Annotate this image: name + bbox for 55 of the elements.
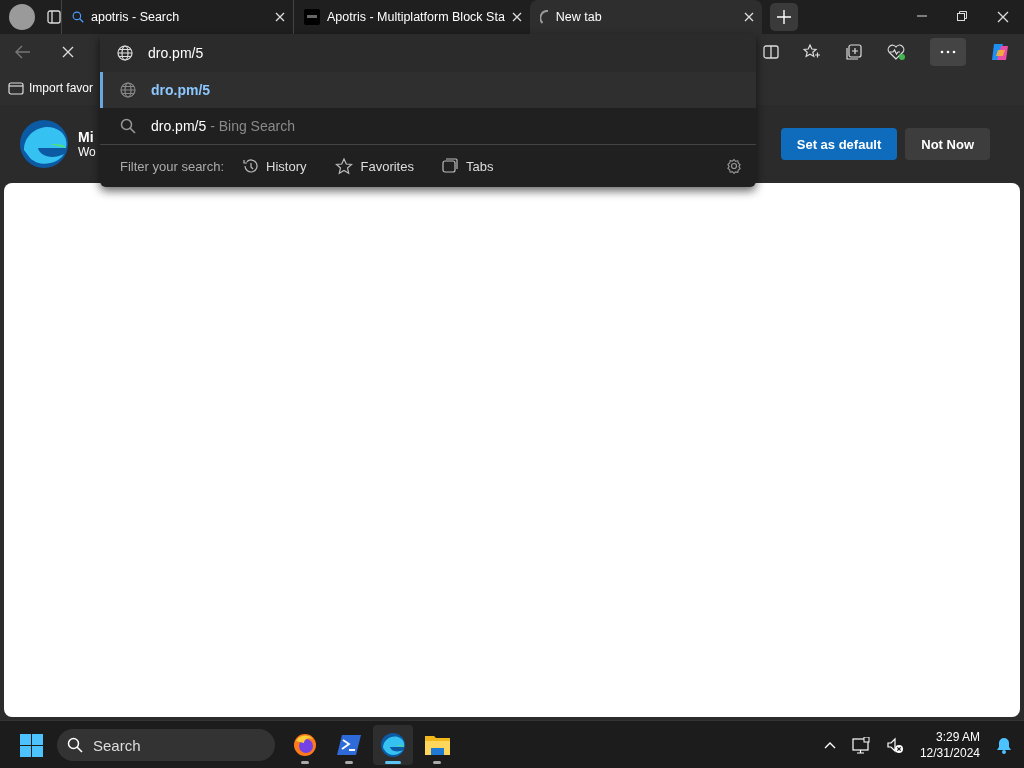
dismiss-button[interactable]: Not Now (905, 128, 990, 160)
heart-pulse-icon[interactable] (887, 43, 906, 61)
loading-icon (539, 10, 549, 24)
tab-actions-icon[interactable] (47, 10, 61, 24)
speaker-muted-icon[interactable] (885, 736, 904, 754)
taskbar-search-field[interactable]: Search (57, 729, 275, 761)
plus-icon (776, 10, 791, 24)
address-field[interactable]: dro.pm/5 (100, 34, 756, 72)
stop-icon[interactable] (62, 46, 74, 58)
taskbar-app[interactable] (373, 725, 413, 765)
globe-icon (120, 82, 136, 98)
filter-label: Filter your search: (120, 158, 225, 174)
browser-tab[interactable]: New tab (529, 0, 762, 34)
new-tab-button[interactable] (769, 3, 798, 31)
close-icon[interactable] (275, 12, 285, 22)
close-icon[interactable] (997, 11, 1009, 23)
set-default-button[interactable]: Set as default (780, 128, 898, 160)
bell-icon[interactable] (996, 736, 1012, 754)
search-input[interactable]: Search (93, 736, 243, 754)
collections-icon[interactable] (845, 44, 863, 60)
filter-button[interactable]: Tabs (441, 158, 494, 174)
network-icon[interactable] (851, 736, 870, 754)
filter-button[interactable]: Favorites (334, 157, 414, 175)
import-favorites-link[interactable]: Import favor (29, 80, 94, 95)
banner-title: Mi (78, 129, 95, 145)
back-arrow-icon[interactable] (14, 44, 32, 60)
clock-icon (242, 158, 259, 174)
search-icon (72, 11, 84, 23)
restore-icon[interactable] (957, 11, 967, 21)
filter-button[interactable]: History (242, 158, 307, 174)
close-icon[interactable] (511, 12, 522, 22)
split-screen-icon[interactable] (763, 44, 779, 60)
terminal-icon (337, 733, 361, 757)
search-icon (67, 737, 83, 753)
ellipsis-icon (940, 50, 956, 54)
settings-icon[interactable] (726, 157, 742, 175)
fox-globe-icon (293, 733, 317, 757)
sparkle-logo-icon[interactable] (990, 42, 1010, 62)
edge-logo-icon (20, 120, 68, 168)
favorites-icon[interactable] (803, 44, 821, 60)
search-icon (120, 118, 136, 134)
star-icon (334, 157, 353, 175)
suggestion-item[interactable]: dro.pm/5 (100, 72, 756, 108)
banner-subtitle: Wo (78, 145, 96, 159)
globe-icon (117, 45, 133, 61)
site-icon (304, 9, 320, 25)
clock[interactable]: 3:29 AM 12/31/2024 (919, 729, 980, 761)
profile-avatar[interactable] (9, 4, 35, 30)
address-input[interactable]: dro.pm/5 (148, 45, 648, 61)
chevron-up-icon[interactable] (823, 740, 836, 750)
start-icon[interactable] (20, 733, 43, 757)
tabs-icon (441, 158, 458, 174)
suggestion-item[interactable]: dro.pm/5 - Bing Search (100, 108, 756, 144)
close-icon[interactable] (743, 12, 754, 22)
swirl-icon (381, 733, 405, 757)
